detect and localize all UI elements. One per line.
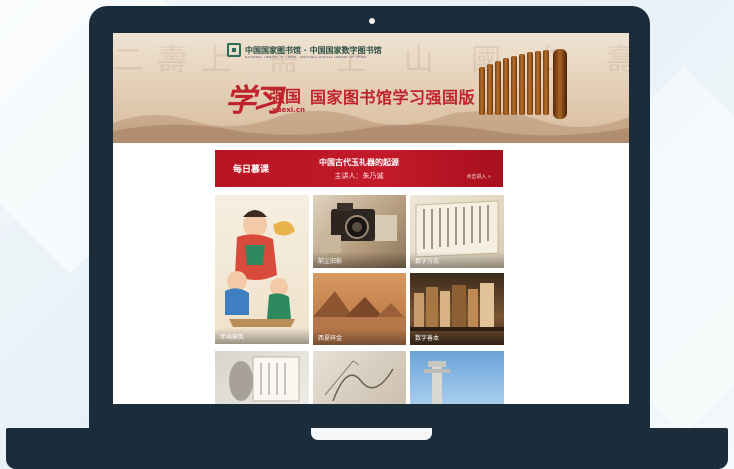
xuexi-url: xuexi.cn bbox=[272, 106, 305, 114]
tile-old-photographs[interactable]: 前尘旧影 bbox=[313, 195, 406, 268]
tile-digital-rare-books[interactable]: 数字善本 bbox=[410, 273, 504, 345]
header-banner: 二壽上 斋 上 山 國 仁 壽 中国国家图书馆 · 中国国家数字图书馆 NATI… bbox=[113, 33, 629, 143]
tile-scroll-manuscript[interactable] bbox=[215, 351, 309, 404]
library-name: 中国国家图书馆 · 中国国家数字图书馆 bbox=[245, 45, 382, 55]
tile-monument-column[interactable] bbox=[410, 351, 504, 404]
scroll-manuscript-image bbox=[229, 356, 300, 402]
camera-dot bbox=[369, 18, 375, 24]
lecture-enter-link[interactable]: 点击进入 » bbox=[466, 173, 491, 180]
bamboo-scroll-illustration bbox=[479, 45, 567, 119]
library-name-en: NATIONAL LIBRARY OF CHINA · NATIONAL DIG… bbox=[245, 55, 367, 59]
tile-caption: 西夏碎金 bbox=[313, 329, 406, 345]
tile-new-year-paintings[interactable]: 年画撷英 bbox=[215, 195, 309, 344]
xuexi-logo-bold: 强国 bbox=[269, 87, 302, 106]
daily-lecture-banner[interactable]: 每日慕课 中国古代玉礼器的起源 主讲人：朱乃诚 点击进入 » bbox=[215, 150, 503, 187]
tile-sketch-illustration[interactable] bbox=[313, 351, 406, 404]
laptop-notch bbox=[311, 428, 432, 440]
lecture-title: 中国古代玉礼器的起源 bbox=[319, 158, 399, 167]
tile-western-xia[interactable]: 西夏碎金 bbox=[313, 273, 406, 345]
sketch-image bbox=[324, 360, 394, 402]
tile-caption: 前尘旧影 bbox=[313, 252, 406, 268]
tile-caption: 数字方志 bbox=[410, 252, 504, 268]
tile-caption: 数字善本 bbox=[410, 329, 504, 345]
laptop-screen: 二壽上 斋 上 山 國 仁 壽 中国国家图书馆 · 中国国家数字图书馆 NATI… bbox=[113, 33, 629, 404]
tile-digital-gazetteer[interactable]: 数字方志 bbox=[410, 195, 504, 268]
monument-column-image bbox=[424, 361, 450, 404]
page-title: 国家图书馆学习强国版 bbox=[310, 88, 476, 107]
tile-caption: 年画撷英 bbox=[215, 328, 309, 344]
lecture-speaker: 主讲人：朱乃诚 bbox=[334, 172, 384, 180]
library-emblem-icon bbox=[227, 43, 241, 57]
new-year-painting-image bbox=[225, 210, 295, 327]
